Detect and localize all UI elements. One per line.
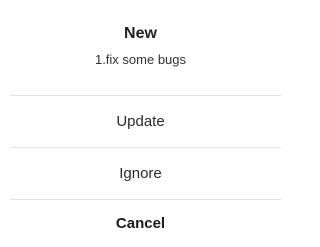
ignore-button[interactable]: Ignore: [0, 148, 281, 199]
sheet-message: 1.fix some bugs: [94, 52, 187, 67]
update-button[interactable]: Update: [0, 96, 281, 147]
cancel-button[interactable]: Cancel: [0, 200, 281, 247]
update-action-sheet: New 1.fix some bugs Update Ignore Cancel: [0, 0, 281, 246]
sheet-title: New: [124, 25, 157, 42]
sheet-header: New 1.fix some bugs: [0, 0, 281, 95]
